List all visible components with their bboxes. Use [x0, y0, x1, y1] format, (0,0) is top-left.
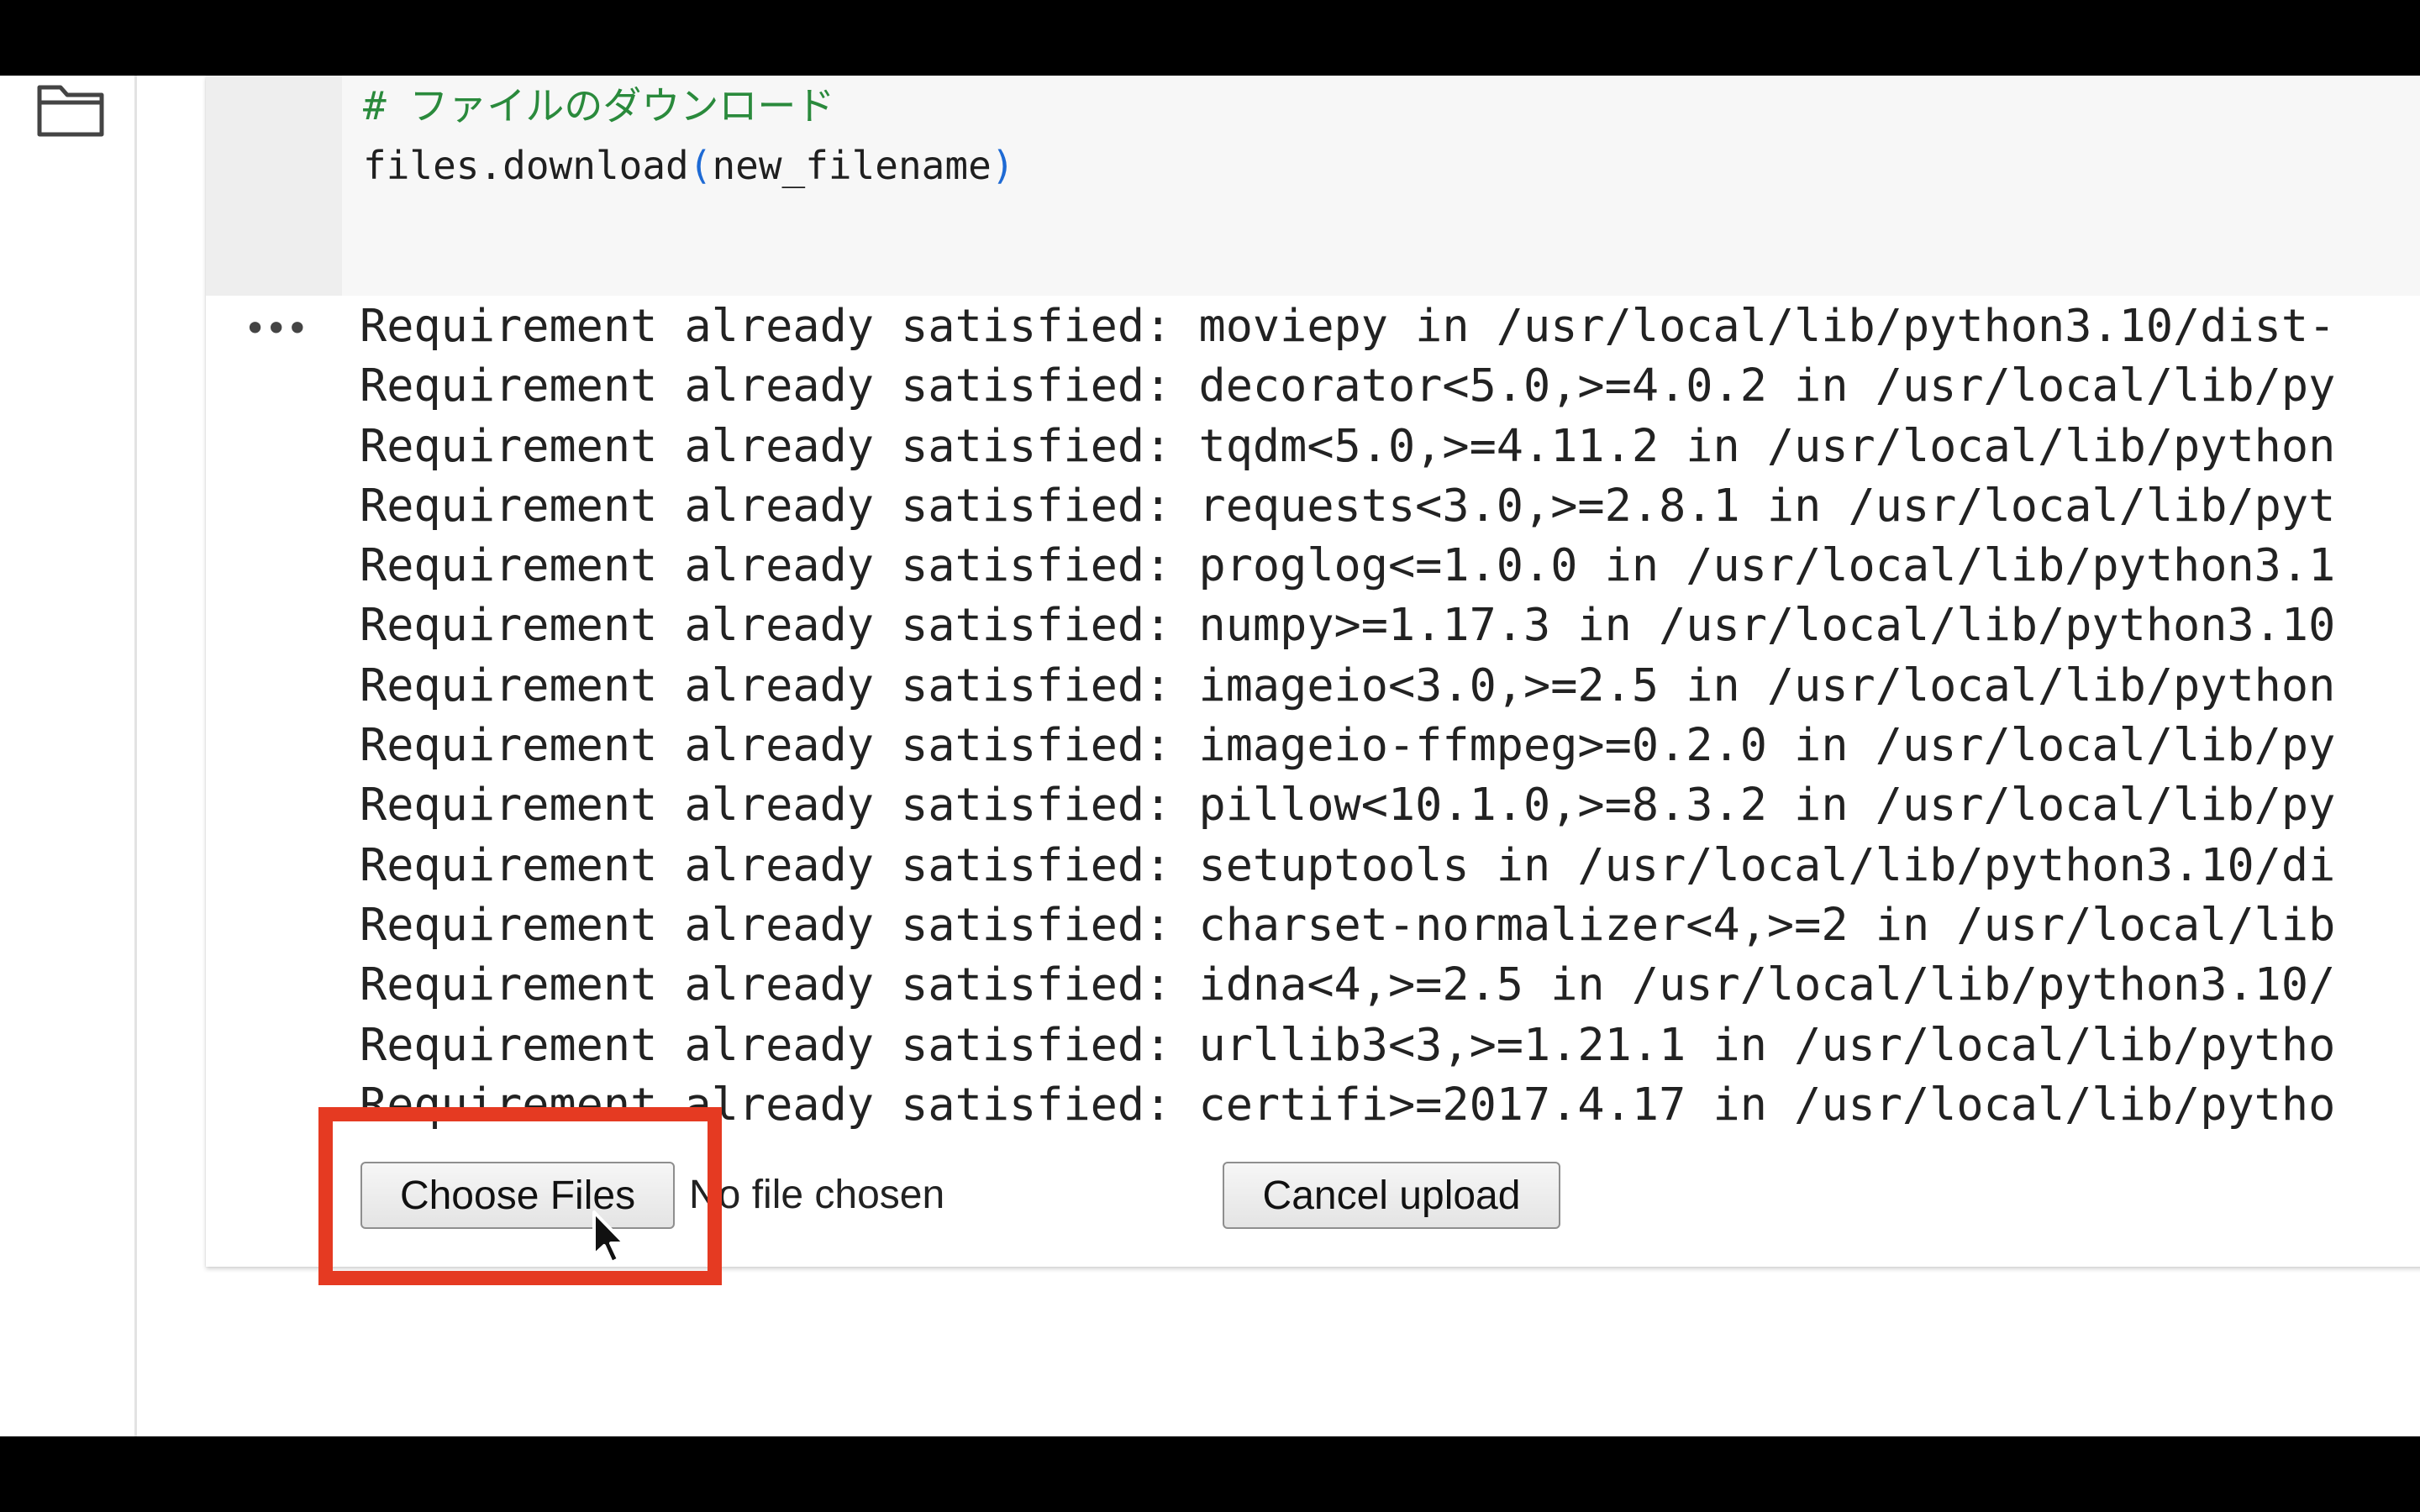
code-paren-open: (	[688, 143, 713, 188]
cell-gutter	[206, 76, 342, 296]
ellipsis-icon[interactable]: •••	[244, 306, 308, 351]
output-line: Requirement already satisfied: charset-n…	[360, 897, 2336, 951]
output-line: Requirement already satisfied: urllib3<3…	[360, 1017, 2336, 1071]
output-line: Requirement already satisfied: tqdm<5.0,…	[360, 418, 2336, 472]
code-call-name: files.download	[363, 143, 689, 188]
code-cell[interactable]: # ファイルのダウンロード files.download(new_filenam…	[206, 76, 2420, 1267]
output-line: Requirement already satisfied: decorator…	[360, 359, 2336, 412]
cancel-upload-button[interactable]: Cancel upload	[1223, 1162, 1560, 1229]
mouse-cursor-icon	[592, 1210, 626, 1264]
output-line: Requirement already satisfied: imageio<3…	[360, 658, 2336, 711]
left-sidebar	[0, 76, 137, 1436]
output-line: Requirement already satisfied: numpy>=1.…	[360, 598, 2336, 652]
output-log: Requirement already satisfied: moviepy i…	[360, 296, 2335, 1134]
output-line: Requirement already satisfied: moviepy i…	[360, 299, 2336, 352]
code-comment-line: # ファイルのダウンロード	[363, 83, 835, 129]
output-line: Requirement already satisfied: imageio-f…	[360, 718, 2336, 772]
no-file-chosen-label: No file chosen	[689, 1173, 945, 1217]
output-line: Requirement already satisfied: requests<…	[360, 478, 2336, 532]
highlight-annotation	[318, 1107, 722, 1285]
output-line: Requirement already satisfied: setuptool…	[360, 837, 2336, 891]
code-paren-close: )	[991, 143, 1015, 188]
code-editor[interactable]: # ファイルのダウンロード files.download(new_filenam…	[206, 76, 2420, 296]
output-line: Requirement already satisfied: idna<4,>=…	[360, 958, 2336, 1011]
output-line: Requirement already satisfied: pillow<10…	[360, 778, 2336, 832]
output-line: Requirement already satisfied: proglog<=…	[360, 538, 2336, 592]
code-call-line: files.download(new_filename)	[363, 143, 1014, 188]
code-call-arg: new_filename	[712, 143, 992, 188]
folder-icon[interactable]	[35, 81, 106, 139]
